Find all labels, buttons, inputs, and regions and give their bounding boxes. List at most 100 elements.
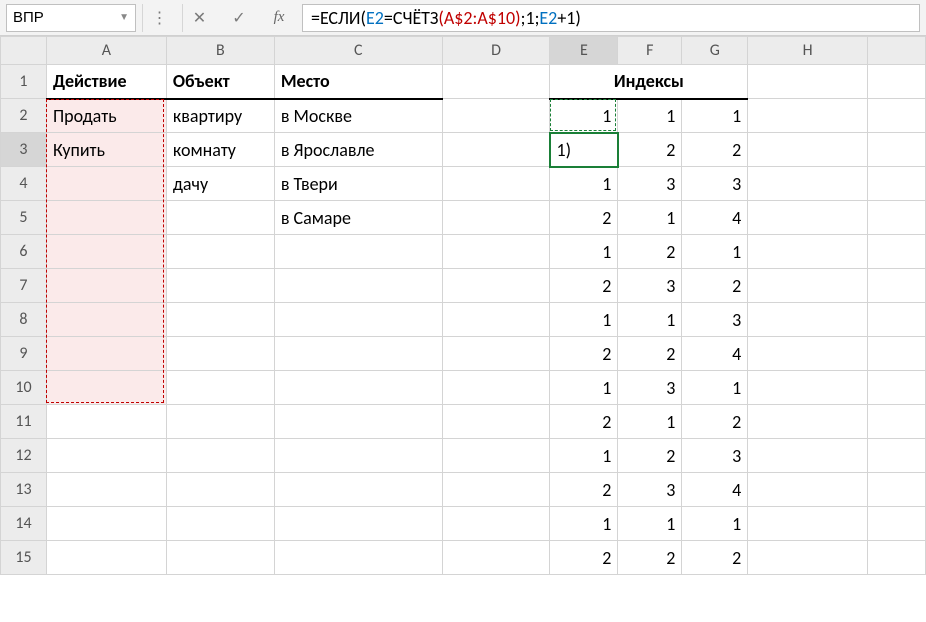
cell-E14[interactable]: 1 xyxy=(550,507,618,541)
cell-H1[interactable] xyxy=(748,65,868,99)
cell-G7[interactable]: 2 xyxy=(682,269,748,303)
cell-H6[interactable] xyxy=(748,235,868,269)
cell-B10[interactable] xyxy=(166,371,274,405)
cell-H14[interactable] xyxy=(748,507,868,541)
cell-D3[interactable] xyxy=(442,133,550,167)
cell-F15[interactable]: 2 xyxy=(618,541,682,575)
col-header-B[interactable]: B xyxy=(166,37,274,65)
cell-A11[interactable] xyxy=(46,405,166,439)
row-header[interactable]: 8 xyxy=(1,303,47,337)
cell-H3[interactable] xyxy=(748,133,868,167)
row-header[interactable]: 13 xyxy=(1,473,47,507)
cell-C13[interactable] xyxy=(274,473,442,507)
cell-C9[interactable] xyxy=(274,337,442,371)
cancel-button[interactable]: ✕ xyxy=(182,4,216,32)
row-header[interactable]: 12 xyxy=(1,439,47,473)
cell-H13[interactable] xyxy=(748,473,868,507)
cell-B1[interactable]: Объект xyxy=(166,65,274,99)
cell-I4[interactable] xyxy=(868,167,926,201)
cell-A8[interactable] xyxy=(46,303,166,337)
cell-C1[interactable]: Место xyxy=(274,65,442,99)
cell-C8[interactable] xyxy=(274,303,442,337)
cell-E9[interactable]: 2 xyxy=(550,337,618,371)
cell-C11[interactable] xyxy=(274,405,442,439)
cell-E3[interactable]: 1) xyxy=(550,133,618,167)
cell-D7[interactable] xyxy=(442,269,550,303)
cell-A13[interactable] xyxy=(46,473,166,507)
cell-D9[interactable] xyxy=(442,337,550,371)
row-header[interactable]: 15 xyxy=(1,541,47,575)
cell-A4[interactable] xyxy=(46,167,166,201)
cell-D6[interactable] xyxy=(442,235,550,269)
cell-H9[interactable] xyxy=(748,337,868,371)
cell-D5[interactable] xyxy=(442,201,550,235)
cell-I3[interactable] xyxy=(868,133,926,167)
select-all-corner[interactable] xyxy=(1,37,47,65)
row-header[interactable]: 5 xyxy=(1,201,47,235)
cell-I8[interactable] xyxy=(868,303,926,337)
chevron-down-icon[interactable]: ▼ xyxy=(119,12,129,23)
cell-H8[interactable] xyxy=(748,303,868,337)
cell-E8[interactable]: 1 xyxy=(550,303,618,337)
cell-I11[interactable] xyxy=(868,405,926,439)
cell-E10[interactable]: 1 xyxy=(550,371,618,405)
cell-I9[interactable] xyxy=(868,337,926,371)
cell-A3[interactable]: Купить xyxy=(46,133,166,167)
cell-H12[interactable] xyxy=(748,439,868,473)
cell-D10[interactable] xyxy=(442,371,550,405)
cell-F6[interactable]: 2 xyxy=(618,235,682,269)
col-header-E[interactable]: E xyxy=(550,37,618,65)
cell-C4[interactable]: в Твери xyxy=(274,167,442,201)
cell-F2[interactable]: 1 xyxy=(618,99,682,133)
cell-E2[interactable]: 1 xyxy=(550,99,618,133)
cell-B9[interactable] xyxy=(166,337,274,371)
cell-E7[interactable]: 2 xyxy=(550,269,618,303)
cell-B8[interactable] xyxy=(166,303,274,337)
cell-E6[interactable]: 1 xyxy=(550,235,618,269)
cell-B4[interactable]: дачу xyxy=(166,167,274,201)
cell-A6[interactable] xyxy=(46,235,166,269)
cell-E11[interactable]: 2 xyxy=(550,405,618,439)
cell-C15[interactable] xyxy=(274,541,442,575)
row-header[interactable]: 10 xyxy=(1,371,47,405)
cell-I1[interactable] xyxy=(868,65,926,99)
cell-F11[interactable]: 1 xyxy=(618,405,682,439)
cell-B14[interactable] xyxy=(166,507,274,541)
row-header[interactable]: 9 xyxy=(1,337,47,371)
cell-H15[interactable] xyxy=(748,541,868,575)
col-header-F[interactable]: F xyxy=(618,37,682,65)
cell-H11[interactable] xyxy=(748,405,868,439)
cell-B13[interactable] xyxy=(166,473,274,507)
cell-C10[interactable] xyxy=(274,371,442,405)
cell-B7[interactable] xyxy=(166,269,274,303)
cell-H5[interactable] xyxy=(748,201,868,235)
col-header-H[interactable]: H xyxy=(748,37,868,65)
spreadsheet-grid[interactable]: A B C D E F G H 1ДействиеОбъектМестоИнде… xyxy=(0,36,926,575)
cell-G11[interactable]: 2 xyxy=(682,405,748,439)
cell-C6[interactable] xyxy=(274,235,442,269)
formula-input[interactable]: =ЕСЛИ(E2=СЧЁТЗ(A$2:A$10);1;E2+1) xyxy=(302,4,920,32)
cell-G8[interactable]: 3 xyxy=(682,303,748,337)
cell-B2[interactable]: квартиру xyxy=(166,99,274,133)
cell-G10[interactable]: 1 xyxy=(682,371,748,405)
col-header-A[interactable]: A xyxy=(46,37,166,65)
row-header[interactable]: 3 xyxy=(1,133,47,167)
cell-D1[interactable] xyxy=(442,65,550,99)
cell-I13[interactable] xyxy=(868,473,926,507)
cell-I5[interactable] xyxy=(868,201,926,235)
col-header-I[interactable] xyxy=(868,37,926,65)
row-header[interactable]: 6 xyxy=(1,235,47,269)
cell-F13[interactable]: 3 xyxy=(618,473,682,507)
cell-C3[interactable]: в Ярославле xyxy=(274,133,442,167)
row-header[interactable]: 7 xyxy=(1,269,47,303)
cell-B3[interactable]: комнату xyxy=(166,133,274,167)
cell-C14[interactable] xyxy=(274,507,442,541)
cell-I6[interactable] xyxy=(868,235,926,269)
cell-F7[interactable]: 3 xyxy=(618,269,682,303)
cell-I10[interactable] xyxy=(868,371,926,405)
cell-A15[interactable] xyxy=(46,541,166,575)
cell-I7[interactable] xyxy=(868,269,926,303)
cell-A5[interactable] xyxy=(46,201,166,235)
cell-C2[interactable]: в Москве xyxy=(274,99,442,133)
cell-G2[interactable]: 1 xyxy=(682,99,748,133)
